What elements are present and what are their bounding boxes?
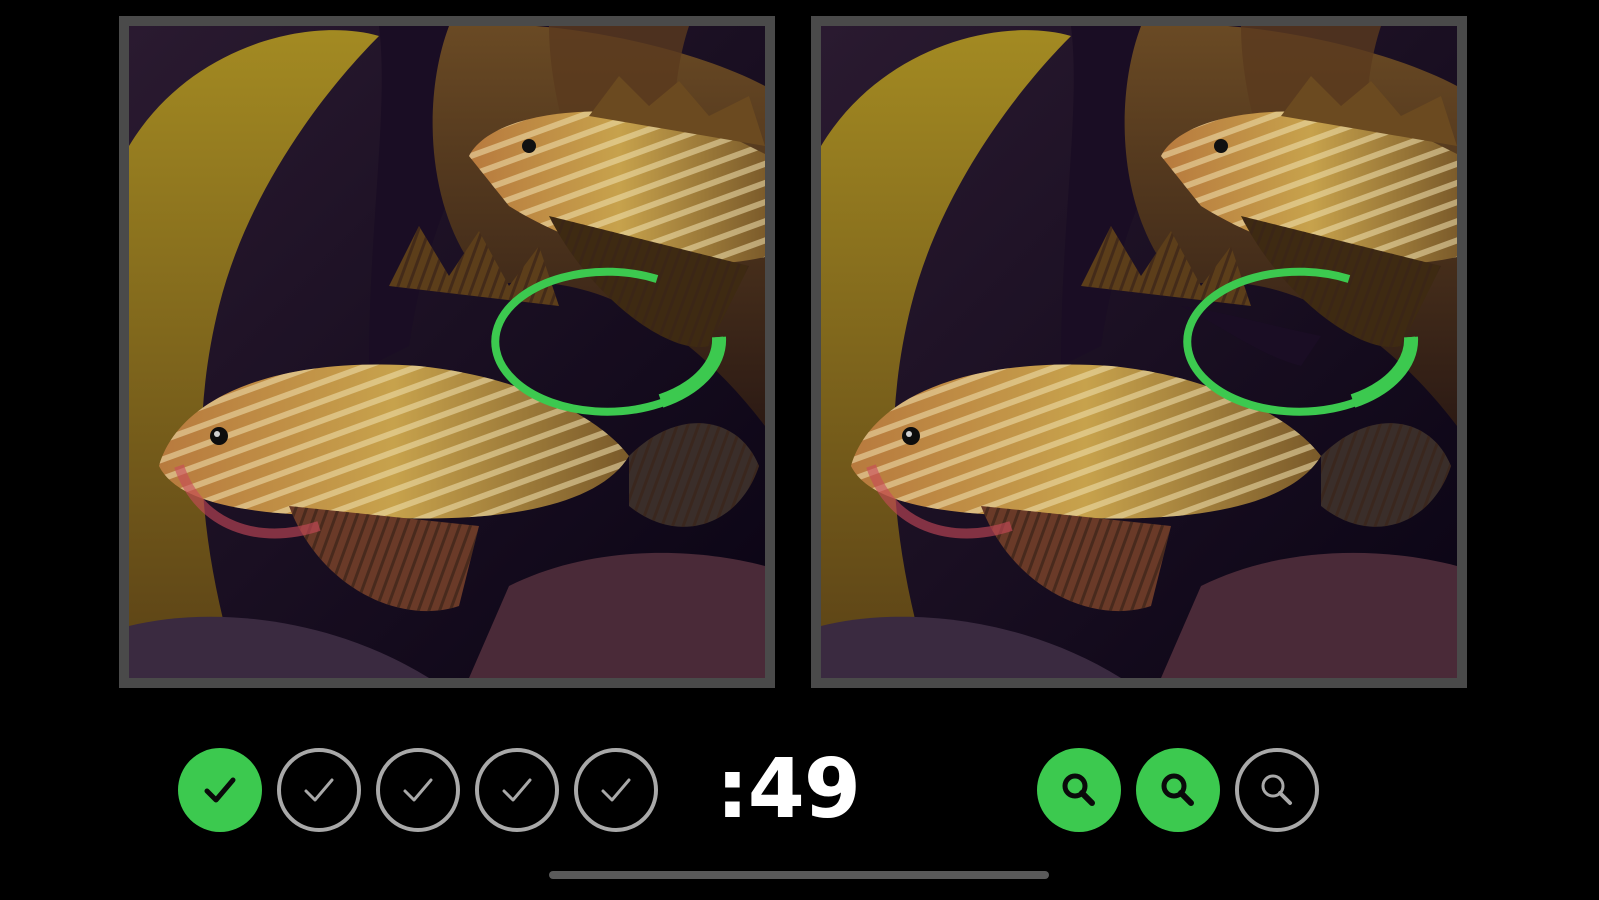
checkmark-icon bbox=[304, 778, 334, 802]
magnifier-icon bbox=[1161, 773, 1194, 806]
difference-found-indicator bbox=[178, 748, 262, 832]
left-photo-panel[interactable] bbox=[119, 16, 775, 688]
hint-button-used bbox=[1235, 748, 1319, 832]
difference-remaining-indicator bbox=[277, 748, 361, 832]
magnifier-icon bbox=[1261, 774, 1292, 805]
checkmark-icon bbox=[502, 778, 532, 802]
hint-button[interactable] bbox=[1136, 748, 1220, 832]
game-hud: :49 bbox=[0, 740, 1599, 840]
magnifier-icon bbox=[1062, 773, 1095, 806]
difference-remaining-indicator bbox=[475, 748, 559, 832]
difference-remaining-indicator bbox=[376, 748, 460, 832]
checkmark-icon bbox=[204, 777, 236, 803]
checkmark-icon bbox=[403, 778, 433, 802]
checkmark-icon bbox=[601, 778, 631, 802]
difference-remaining-indicator bbox=[574, 748, 658, 832]
spot-the-difference-screen: :49 bbox=[0, 0, 1599, 900]
found-difference-ring bbox=[491, 267, 727, 416]
countdown-timer: :49 bbox=[716, 742, 861, 837]
hint-button[interactable] bbox=[1037, 748, 1121, 832]
found-difference-ring bbox=[1183, 267, 1419, 416]
home-indicator-bar[interactable] bbox=[549, 871, 1049, 879]
right-photo-panel[interactable] bbox=[811, 16, 1467, 688]
